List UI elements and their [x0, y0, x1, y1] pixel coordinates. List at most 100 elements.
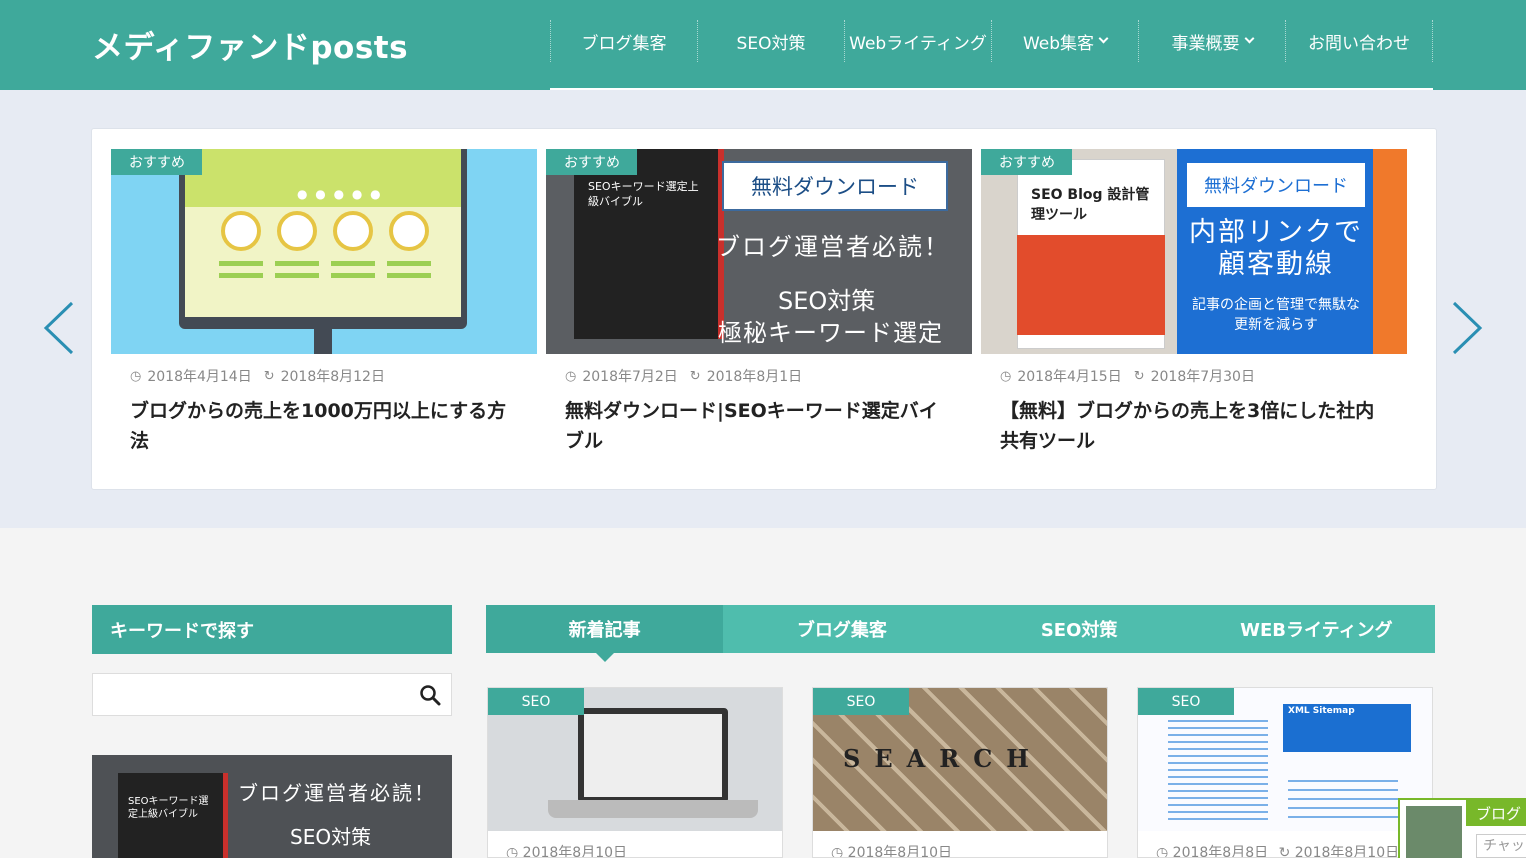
tab-web-writing[interactable]: WEBライティング	[1198, 605, 1435, 653]
site-header: メディファンドposts ブログ集客 SEO対策 Webライティング Web集客…	[0, 0, 1526, 90]
nav-item-writing[interactable]: Webライティング	[844, 20, 991, 62]
nav-label: Webライティング	[849, 33, 987, 54]
post-dates: ◷ 2018年8月8日 ↻ 2018年8月10日	[1156, 842, 1400, 858]
nav-item-blog[interactable]: ブログ集客	[550, 20, 697, 62]
post-card[interactable]: SEARCH SEO ◷ 2018年8月10日	[812, 687, 1108, 858]
category-badge: SEO	[813, 688, 909, 715]
carousel-card[interactable]: ● ● ● ● ● おすすめ ◷ 2018年4月14日 ↻ 2018年8月12日…	[111, 149, 537, 456]
link-list-decoration	[1288, 780, 1398, 824]
published-date: 2018年8月8日	[1172, 845, 1269, 858]
post-dates: ◷ 2018年8月10日	[506, 842, 628, 858]
published-date: 2018年8月10日	[522, 845, 628, 858]
clock-icon: ◷	[1000, 368, 1012, 384]
post-tabs: 新着記事 ブログ集客 SEO対策 WEBライティング	[486, 605, 1435, 662]
chevron-down-icon	[1098, 33, 1109, 44]
tool-title: SEO Blog 設計管理ツール	[1031, 187, 1150, 223]
chevron-left-icon	[43, 301, 74, 355]
recommend-badge: おすすめ	[981, 149, 1072, 175]
published-date: 2018年4月14日	[147, 369, 252, 385]
refresh-icon: ↻	[263, 368, 275, 384]
card-thumbnail[interactable]: SEO Blog 設計管理ツール 無料ダウンロード 内部リンクで顧客動線 記事の…	[981, 149, 1407, 354]
published-date: 2018年7月2日	[582, 369, 678, 385]
nav-label: SEO対策	[736, 33, 806, 54]
post-thumbnail[interactable]: SEO	[488, 688, 782, 831]
banner-line: 記事の企画と管理で無駄な更新を減らす	[1192, 297, 1360, 333]
nav-item-contact[interactable]: お問い合わせ	[1285, 20, 1433, 62]
ebook-title: SEOキーワード選定上級バイブル	[588, 180, 699, 208]
category-badge: SEO	[488, 688, 584, 715]
monitor-stand	[314, 329, 332, 354]
banner-line: ブログ運営者必読！	[238, 781, 436, 805]
post-card[interactable]: SEO ◷ 2018年8月10日	[487, 687, 783, 858]
tab-blog[interactable]: ブログ集客	[723, 605, 960, 653]
card-title[interactable]: 無料ダウンロード|SEOキーワード選定バイブル	[565, 396, 953, 456]
banner-line: ブログ運営者必読！	[716, 233, 950, 261]
card-thumbnail[interactable]: SEOキーワード選定上級バイブル 無料ダウンロード ブログ運営者必読！ SEO対…	[546, 149, 972, 354]
ebook-cover	[574, 149, 724, 339]
post-dates: ◷ 2018年8月10日	[831, 842, 953, 858]
shield-icon	[389, 211, 429, 251]
nav-item-business[interactable]: 事業概要	[1138, 20, 1285, 62]
nav-label: お問い合わせ	[1308, 33, 1410, 54]
bar-decoration	[331, 273, 375, 278]
search-input[interactable]	[93, 674, 403, 715]
carousel-card[interactable]: SEOキーワード選定上級バイブル 無料ダウンロード ブログ運営者必読！ SEO対…	[546, 149, 972, 456]
rocket-icon	[221, 211, 261, 251]
bar-decoration	[387, 261, 431, 266]
clock-icon: ◷	[1156, 845, 1169, 858]
post-thumbnail[interactable]: XML Sitemap SEO	[1138, 688, 1432, 831]
ebook-title: SEOキーワード選定上級バイブル	[128, 796, 209, 820]
recommend-badge: おすすめ	[111, 149, 202, 175]
tab-new-posts[interactable]: 新着記事	[486, 605, 724, 662]
carousel-card[interactable]: SEO Blog 設計管理ツール 無料ダウンロード 内部リンクで顧客動線 記事の…	[981, 149, 1407, 456]
banner-line: 内部リンクで顧客動線	[1189, 217, 1363, 280]
chat-input[interactable]: チャッ	[1476, 834, 1526, 858]
clock-icon: ◷	[130, 368, 142, 384]
banner-line: SEO対策	[290, 825, 372, 849]
updated-date: 2018年8月10日	[1294, 845, 1400, 858]
avatar	[1406, 806, 1462, 858]
nav-label: 事業概要	[1171, 33, 1240, 54]
banner-line: SEO対策	[778, 287, 876, 315]
carousel-prev-button[interactable]	[42, 300, 76, 356]
category-badge: SEO	[1138, 688, 1234, 715]
nav-label: Web集客	[1022, 33, 1095, 54]
tab-seo[interactable]: SEO対策	[961, 605, 1198, 653]
carousel-next-button[interactable]	[1450, 300, 1484, 356]
chevron-right-icon	[1452, 301, 1483, 355]
post-dates: ◷ 2018年4月14日 ↻ 2018年8月12日	[130, 366, 537, 386]
card-title[interactable]: ブログからの売上を1000万円以上にする方法	[130, 396, 518, 456]
download-banner-text: 無料ダウンロード	[1185, 161, 1367, 209]
dots-decoration: ● ● ● ● ●	[297, 187, 383, 201]
chat-title[interactable]: ブログ	[1466, 800, 1526, 826]
refresh-icon: ↻	[1133, 368, 1145, 384]
updated-date: 2018年8月12日	[280, 369, 385, 385]
search-icon[interactable]	[419, 684, 441, 706]
post-card[interactable]: XML Sitemap SEO ◷ 2018年8月8日 ↻ 2018年8月10日	[1137, 687, 1433, 858]
nav-label: ブログ集客	[581, 33, 667, 54]
orange-stripe	[1373, 149, 1407, 354]
bar-decoration	[275, 273, 319, 278]
bar-decoration	[331, 261, 375, 266]
post-thumbnail[interactable]: SEARCH SEO	[813, 688, 1107, 831]
sidebar-banner[interactable]: SEOキーワード選定上級バイブル ブログ運営者必読！ SEO対策	[92, 755, 452, 858]
site-logo[interactable]: メディファンドposts	[92, 22, 408, 67]
refresh-icon: ↻	[1278, 845, 1291, 858]
sidebar-heading: キーワードで探す	[92, 605, 452, 654]
download-banner-text: 無料ダウンロード	[722, 161, 948, 211]
card-thumbnail[interactable]: ● ● ● ● ● おすすめ	[111, 149, 537, 354]
nav-item-seo[interactable]: SEO対策	[697, 20, 844, 62]
search-box	[92, 673, 452, 716]
clock-icon: ◷	[506, 845, 519, 858]
published-date: 2018年8月10日	[847, 845, 953, 858]
link-list-decoration	[1168, 720, 1268, 820]
bar-decoration	[219, 261, 263, 266]
main-nav: ブログ集客 SEO対策 Webライティング Web集客 事業概要 お問い合わせ	[550, 20, 1433, 90]
card-title[interactable]: 【無料】ブログからの売上を3倍にした社内共有ツール	[1000, 396, 1388, 456]
search-tiles-text: SEARCH	[843, 744, 1043, 773]
chat-widget[interactable]: ブログ チャッ	[1398, 798, 1526, 858]
banner-line: 極秘キーワード選定	[718, 319, 943, 347]
bar-decoration	[219, 273, 263, 278]
updated-date: 2018年7月30日	[1150, 369, 1255, 385]
nav-item-web-marketing[interactable]: Web集客	[991, 20, 1138, 62]
